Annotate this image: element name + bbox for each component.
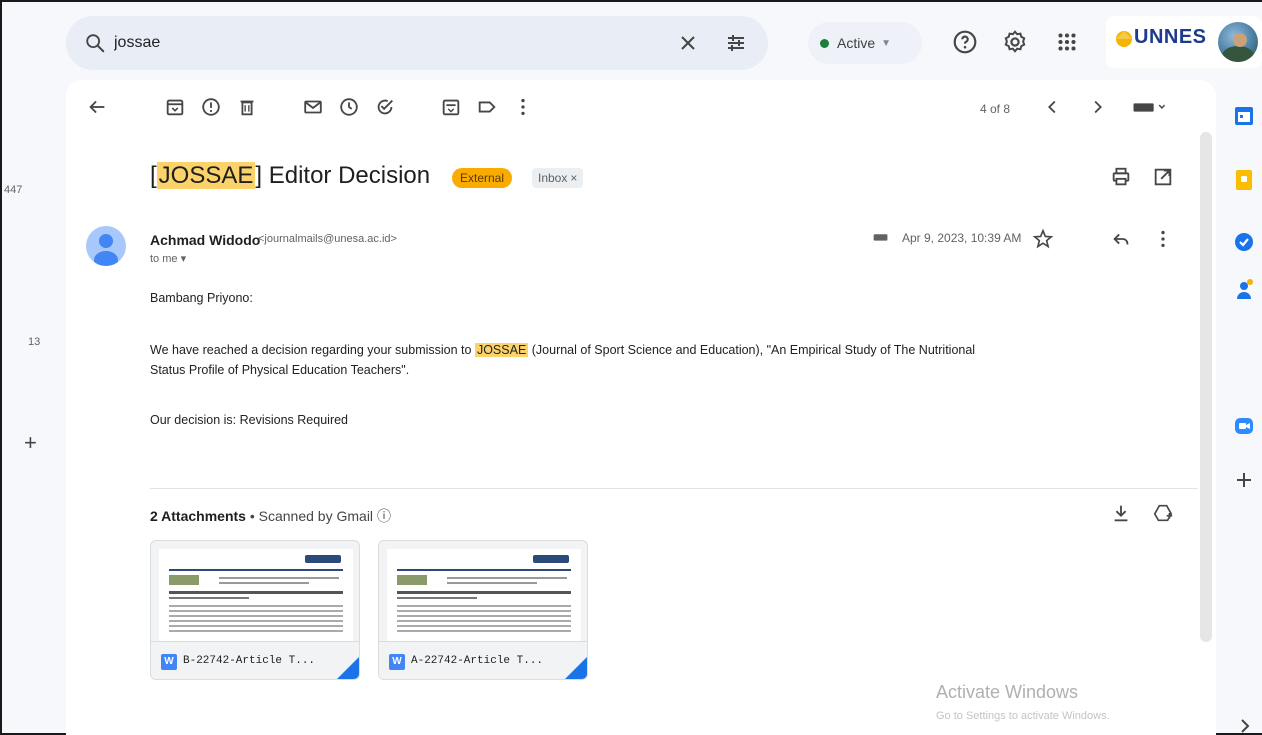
scanned-by-gmail-text: Scanned by Gmail	[258, 508, 374, 524]
gmail-window: Active ▼ UNNES 447 13 + 4 of 8	[0, 0, 1262, 735]
expand-side-panel-chevron-icon[interactable]	[1232, 714, 1256, 735]
calendar-icon[interactable]	[1232, 104, 1256, 128]
report-spam-icon[interactable]	[200, 96, 222, 118]
document-preview-thumbnail	[387, 549, 581, 641]
delete-trash-icon[interactable]	[236, 96, 258, 118]
sender-email: <journalmails@unesa.ac.id>	[258, 233, 397, 245]
apps-grid-icon[interactable]	[1054, 29, 1080, 55]
email-subject: [JOSSAE] Editor Decision	[150, 162, 430, 190]
add-to-drive-icon[interactable]	[1152, 502, 1174, 524]
status-label: Active	[837, 35, 876, 51]
help-icon[interactable]	[952, 29, 978, 55]
remove-label-close-icon[interactable]: ×	[570, 171, 577, 185]
recipient-details-toggle[interactable]: to me ▾	[150, 252, 186, 265]
zoom-meeting-icon[interactable]	[1232, 414, 1256, 438]
email-decision: Our decision is: Revisions Required	[150, 413, 349, 427]
previous-chevron-icon[interactable]	[1042, 96, 1064, 118]
attachment-card[interactable]: W B-22742-Article T...	[150, 540, 360, 680]
email-view: 4 of 8 [JOSSAE] Editor Decision External…	[66, 80, 1216, 735]
attachments-divider	[150, 488, 1198, 489]
pagination-count: 4 of 8	[980, 102, 1011, 116]
external-label-badge: External	[452, 168, 513, 188]
attachments-separator: •	[245, 508, 259, 524]
mark-unread-mail-icon[interactable]	[302, 96, 324, 118]
account-avatar[interactable]	[1218, 22, 1258, 62]
message-more-vertical-icon[interactable]	[1152, 228, 1174, 250]
attachments-count: 2 Attachments	[150, 508, 246, 524]
search-icon[interactable]	[84, 32, 106, 54]
download-all-icon[interactable]	[1110, 502, 1132, 524]
attachment-footer: W A-22742-Article T...	[379, 641, 587, 679]
status-selector[interactable]: Active ▼	[808, 22, 922, 64]
contacts-icon[interactable]	[1232, 278, 1256, 302]
clear-search-icon[interactable]	[676, 31, 700, 55]
status-dot	[820, 38, 829, 48]
attachment-card[interactable]: W A-22742-Article T...	[378, 540, 588, 680]
info-icon[interactable]: ⓘ	[377, 508, 391, 524]
back-arrow-icon[interactable]	[86, 96, 108, 118]
search-options-icon[interactable]	[724, 31, 748, 55]
search-bar[interactable]	[66, 16, 768, 70]
attachment-filename: B-22742-Article T...	[183, 655, 316, 667]
subject-bracket: [	[150, 162, 157, 189]
sender-name[interactable]: Achmad Widodo	[150, 232, 260, 248]
subject-text: ] Editor Decision	[255, 162, 431, 189]
document-preview-thumbnail	[159, 549, 353, 641]
email-greeting: Bambang Priyono:	[150, 291, 253, 305]
inbox-label-text: Inbox	[538, 171, 568, 185]
archive-icon[interactable]	[164, 96, 186, 118]
attachment-footer: W B-22742-Article T...	[151, 641, 359, 679]
print-icon[interactable]	[1110, 166, 1132, 188]
snooze-clock-icon[interactable]	[338, 96, 360, 118]
input-tools-keyboard-icon[interactable]	[1130, 96, 1170, 118]
rail-count-a: 447	[4, 184, 23, 196]
recipient-text: to me	[150, 253, 178, 265]
profile-photo-icon	[1222, 33, 1254, 62]
para1-search-highlight: JOSSAE	[474, 343, 529, 357]
email-date: Apr 9, 2023, 10:39 AM	[902, 231, 1022, 245]
activate-windows-subtitle: Go to Settings to activate Windows.	[936, 710, 1110, 722]
add-addon-plus-icon[interactable]	[1232, 468, 1256, 492]
attachment-filename: A-22742-Article T...	[411, 655, 544, 667]
organization-account-badge[interactable]: UNNES	[1106, 16, 1262, 68]
label-tag-small-icon	[873, 234, 888, 241]
chevron-down-icon: ▼	[881, 37, 892, 49]
email-paragraph-1: We have reached a decision regarding you…	[150, 340, 1150, 380]
person-silhouette-icon	[94, 234, 118, 266]
move-to-icon[interactable]	[440, 96, 462, 118]
word-document-icon: W	[389, 654, 405, 670]
add-label-button[interactable]: +	[24, 430, 37, 456]
label-tag-icon[interactable]	[476, 96, 498, 118]
add-to-tasks-icon[interactable]	[374, 96, 396, 118]
para1-text-start: We have reached a decision regarding you…	[150, 343, 475, 357]
word-document-icon: W	[161, 654, 177, 670]
para1-line-2: Status Profile of Physical Education Tea…	[150, 363, 410, 377]
open-in-new-window-icon[interactable]	[1152, 166, 1174, 188]
subject-search-highlight: JOSSAE	[156, 162, 256, 189]
next-chevron-icon[interactable]	[1086, 96, 1108, 118]
star-icon[interactable]	[1032, 228, 1054, 250]
activate-windows-title: Activate Windows	[936, 682, 1079, 702]
more-options-vertical-icon[interactable]	[512, 96, 534, 118]
rail-count-b: 13	[28, 336, 41, 348]
settings-gear-icon[interactable]	[1002, 29, 1028, 55]
attachments-header: 2 Attachments • Scanned by Gmail ⓘ	[150, 506, 391, 526]
attachment-corner-fold	[563, 655, 587, 679]
email-toolbar: 4 of 8	[66, 80, 1216, 138]
search-input[interactable]	[114, 30, 674, 56]
sender-avatar[interactable]	[86, 226, 126, 266]
brand-name: UNNES	[1134, 26, 1207, 48]
reply-icon[interactable]	[1110, 228, 1132, 250]
para1-text-end: (Journal of Sport Science and Education)…	[528, 343, 976, 357]
keep-notes-icon[interactable]	[1232, 168, 1256, 192]
attachment-corner-fold	[335, 655, 359, 679]
inbox-label-chip[interactable]: Inbox ×	[532, 168, 584, 188]
email-scrollbar[interactable]	[1200, 132, 1212, 642]
tasks-icon[interactable]	[1232, 230, 1256, 254]
